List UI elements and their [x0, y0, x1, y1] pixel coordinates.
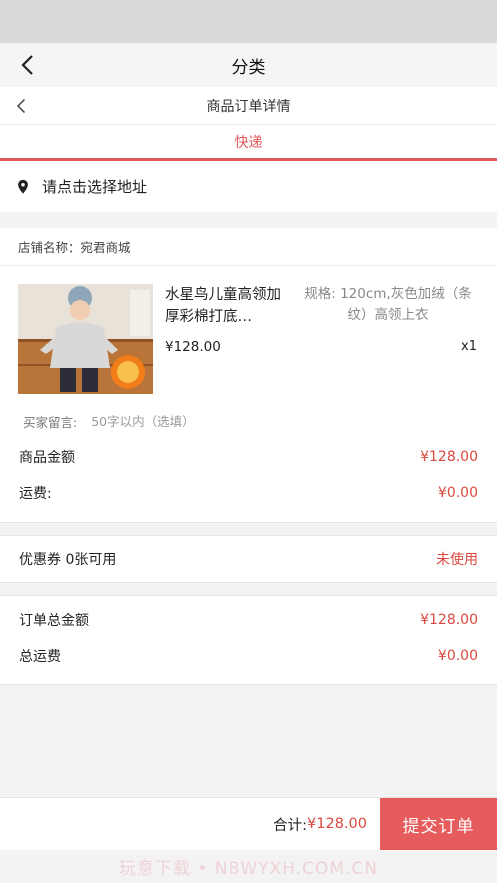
product-spec: 规格: 120cm,灰色加绒（条纹）高领上衣: [304, 286, 472, 323]
buyer-remark-row: 买家留言:: [0, 403, 497, 439]
coupon-label: 优惠券 0张可用: [19, 552, 117, 568]
address-prompt: 请点击选择地址: [42, 178, 148, 196]
shop-name: 店铺名称：宛君商城: [18, 240, 131, 255]
page-title: 分类: [231, 57, 266, 78]
sub-back-arrow-icon[interactable]: [10, 94, 32, 118]
product-quantity: x1: [461, 339, 477, 354]
goods-amount-label: 商品金额: [19, 450, 75, 466]
product-price: ¥128.00: [165, 339, 221, 355]
back-arrow-icon[interactable]: [14, 52, 40, 78]
goods-amount-row: 商品金额 ¥128.00: [0, 439, 497, 475]
order-detail-title: 商品订单详情: [206, 98, 291, 115]
submit-order-button[interactable]: 提交订单: [380, 797, 497, 851]
status-bar: [0, 0, 497, 43]
sum-label: 合计:: [273, 817, 308, 834]
shipping-fee-row: 运费: ¥0.00: [0, 475, 497, 511]
shop-name-row: 店铺名称：宛君商城: [0, 228, 497, 266]
checkout-bar: 合计: ¥128.00 提交订单: [0, 797, 497, 851]
total-shipping-value: ¥0.00: [437, 648, 478, 664]
sum-value: ¥128.00: [307, 816, 367, 832]
total-shipping-row: 总运费 ¥0.00: [0, 638, 497, 674]
product-name: 水星鸟儿童高领加厚彩棉打底…: [165, 287, 281, 325]
total-shipping-label: 总运费: [19, 649, 61, 665]
section-end: [0, 511, 497, 523]
shipping-fee-label: 运费:: [19, 486, 52, 502]
order-total-value: ¥128.00: [420, 612, 478, 628]
watermark: 玩意下载 • N8WYXH.COM.CN: [0, 850, 497, 883]
order-total-label: 订单总金额: [19, 613, 89, 629]
buyer-remark-label: 买家留言:: [23, 414, 78, 430]
order-detail-header: 商品订单详情: [0, 87, 497, 125]
coupon-row[interactable]: 优惠券 0张可用 未使用: [0, 535, 497, 583]
product-thumbnail: [18, 284, 153, 394]
location-pin-icon: [18, 179, 28, 194]
goods-amount-value: ¥128.00: [420, 449, 478, 465]
select-address-row[interactable]: 请点击选择地址: [0, 161, 497, 212]
tab-express-delivery[interactable]: 快递: [0, 125, 497, 161]
shipping-fee-value: ¥0.00: [437, 485, 478, 501]
product-item[interactable]: 水星鸟儿童高领加厚彩棉打底… 规格: 120cm,灰色加绒（条纹）高领上衣 ¥1…: [0, 266, 497, 403]
order-total-row: 订单总金额 ¥128.00: [0, 602, 497, 638]
top-nav-bar: 分类: [0, 43, 497, 87]
order-totals: 订单总金额 ¥128.00 总运费 ¥0.00: [0, 595, 497, 685]
tab-express-label: 快递: [234, 134, 263, 151]
coupon-status: 未使用: [436, 552, 478, 568]
buyer-remark-input[interactable]: [91, 413, 392, 429]
